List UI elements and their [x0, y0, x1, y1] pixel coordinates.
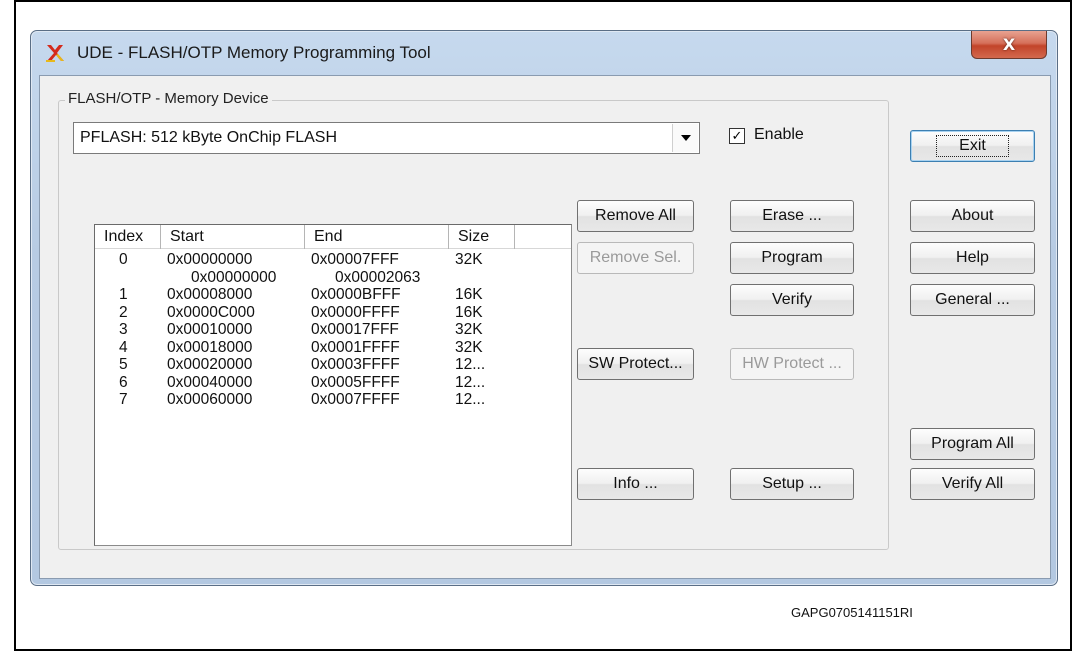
column-header-size[interactable]: Size	[449, 225, 515, 249]
memory-device-select[interactable]: PFLASH: 512 kByte OnChip FLASH	[73, 122, 700, 154]
program-all-button[interactable]: Program All	[910, 428, 1035, 460]
verify-all-button[interactable]: Verify All	[910, 468, 1035, 500]
cell-size: 16K	[455, 286, 483, 303]
remove-all-button[interactable]: Remove All	[577, 200, 694, 232]
cell-start: 0x00010000	[167, 321, 253, 338]
cell-size: 12...	[455, 373, 486, 391]
cell-size: 16K	[455, 303, 483, 321]
cell-size: 12...	[455, 356, 486, 373]
dialog-client-area: FLASH/OTP - Memory Device PFLASH: 512 kB…	[39, 75, 1051, 579]
cell-end: 0x00017FFF	[311, 321, 399, 338]
dropdown-button[interactable]	[672, 124, 698, 152]
ude-app-icon	[46, 45, 64, 62]
verify-button[interactable]: Verify	[730, 284, 854, 316]
cell-start: 0x00000000	[191, 268, 277, 286]
cell-index: 7	[119, 391, 128, 408]
figure-code: GAPG0705141151RI	[791, 605, 913, 620]
sector-list-header: Index Start End Size	[95, 225, 571, 249]
program-button[interactable]: Program	[730, 242, 854, 274]
sw-protect-button[interactable]: SW Protect...	[577, 348, 694, 380]
erase-button[interactable]: Erase ...	[730, 200, 854, 232]
table-row[interactable]: 4 0x00018000 0x0001FFFF 32K	[95, 339, 571, 357]
cell-size: 12...	[455, 391, 486, 408]
cell-index: 2	[119, 303, 128, 321]
cell-index: 4	[119, 338, 128, 356]
cell-start: 0x00020000	[167, 356, 253, 373]
programming-tool-window: UDE - FLASH/OTP Memory Programming Tool …	[30, 30, 1058, 586]
cell-index: 1	[119, 286, 128, 303]
cell-end: 0x00007FFF	[311, 251, 399, 268]
cell-start: 0x00040000	[167, 373, 253, 391]
column-header-index[interactable]: Index	[95, 225, 161, 249]
cell-end: 0x0000BFFF	[311, 286, 401, 303]
close-icon: X	[1002, 35, 1016, 54]
cell-end: 0x0005FFFF	[311, 373, 400, 391]
help-button[interactable]: Help	[910, 242, 1035, 274]
remove-selected-button[interactable]: Remove Sel.	[577, 242, 694, 274]
cell-start: 0x0000C000	[167, 303, 255, 321]
table-row[interactable]: 0x00000000 0x00002063	[95, 269, 571, 287]
cell-end: 0x0000FFFF	[311, 303, 400, 321]
cell-size: 32K	[455, 338, 483, 356]
info-button[interactable]: Info ...	[577, 468, 694, 500]
cell-end: 0x0003FFFF	[311, 356, 400, 373]
cell-start: 0x00018000	[167, 338, 253, 356]
table-row[interactable]: 0 0x00000000 0x00007FFF 32K	[95, 251, 571, 269]
cell-index: 6	[119, 373, 128, 391]
setup-button[interactable]: Setup ...	[730, 468, 854, 500]
close-button[interactable]: X	[971, 31, 1047, 59]
table-row[interactable]: 5 0x00020000 0x0003FFFF 12...	[95, 356, 571, 374]
cell-end: 0x0007FFFF	[311, 391, 400, 408]
sector-list[interactable]: Index Start End Size 0 0x00000000 0x00007F…	[94, 224, 572, 546]
table-row[interactable]: 2 0x0000C000 0x0000FFFF 16K	[95, 304, 571, 322]
column-header-end[interactable]: End	[305, 225, 449, 249]
memory-device-group-label: FLASH/OTP - Memory Device	[65, 90, 272, 107]
window-title: UDE - FLASH/OTP Memory Programming Tool	[77, 43, 431, 62]
title-bar[interactable]: UDE - FLASH/OTP Memory Programming Tool …	[31, 31, 1057, 75]
cell-size: 32K	[455, 321, 483, 338]
checkmark-icon: ✓	[731, 128, 743, 144]
chevron-down-icon	[680, 135, 691, 141]
cell-index: 3	[119, 321, 128, 338]
hw-protect-button[interactable]: HW Protect ...	[730, 348, 854, 380]
cell-start: 0x00000000	[167, 251, 253, 268]
sector-list-rows: 0 0x00000000 0x00007FFF 32K 0x00000000 0x0000…	[95, 251, 571, 409]
table-row[interactable]: 7 0x00060000 0x0007FFFF 12...	[95, 391, 571, 409]
cell-end: 0x00002063	[335, 268, 421, 286]
cell-size: 32K	[455, 251, 483, 268]
cell-start: 0x00008000	[167, 286, 253, 303]
selected-device-value: PFLASH: 512 kByte OnChip FLASH	[80, 129, 337, 146]
cell-index: 0	[119, 251, 128, 268]
cell-end: 0x0001FFFF	[311, 338, 400, 356]
cell-index: 5	[119, 356, 128, 373]
table-row[interactable]: 1 0x00008000 0x0000BFFF 16K	[95, 286, 571, 304]
enable-checkbox-label[interactable]: Enable	[754, 126, 804, 144]
general-button[interactable]: General ...	[910, 284, 1035, 316]
table-row[interactable]: 3 0x00010000 0x00017FFF 32K	[95, 321, 571, 339]
exit-button[interactable]: Exit	[910, 130, 1035, 162]
about-button[interactable]: About	[910, 200, 1035, 232]
cell-start: 0x00060000	[167, 391, 253, 408]
column-header-start[interactable]: Start	[161, 225, 305, 249]
exit-button-label: Exit	[936, 135, 1009, 157]
table-row[interactable]: 6 0x00040000 0x0005FFFF 12...	[95, 374, 571, 392]
enable-checkbox[interactable]: ✓	[729, 128, 745, 144]
